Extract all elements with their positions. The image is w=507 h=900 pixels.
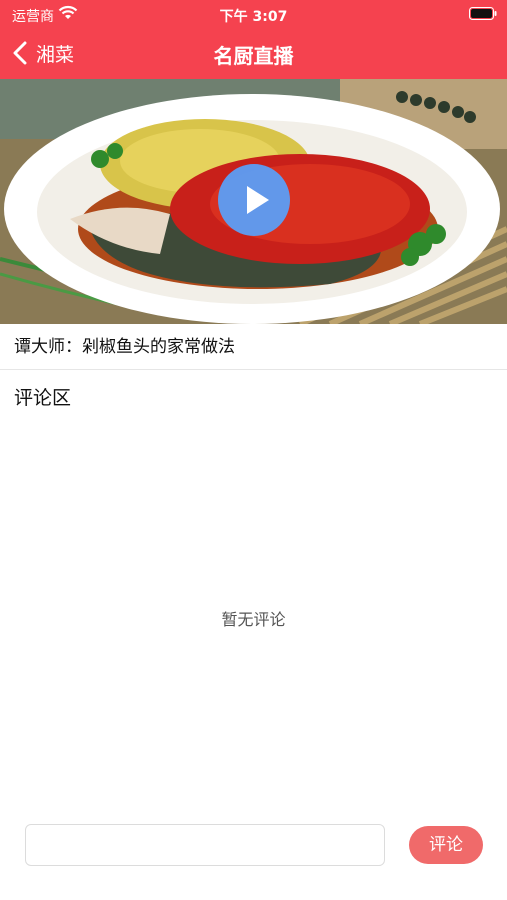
top-bar: 运营商 下午 3:07 湘菜 名厨直播 xyxy=(0,0,507,79)
submit-comment-button[interactable]: 评论 xyxy=(409,826,483,864)
play-icon xyxy=(247,186,269,214)
page-title: 名厨直播 xyxy=(213,44,294,68)
comment-input[interactable] xyxy=(25,824,385,866)
back-button-label: 湘菜 xyxy=(36,43,75,66)
battery-icon xyxy=(469,7,497,20)
empty-comments-message: 暂无评论 xyxy=(221,610,286,629)
video-title: 谭大师：剁椒鱼头的家常做法 xyxy=(0,324,507,370)
comment-input-bar: 评论 xyxy=(0,810,507,880)
status-bar: 运营商 下午 3:07 xyxy=(0,0,507,28)
comments-heading: 评论区 xyxy=(14,387,72,409)
back-button[interactable]: 湘菜 xyxy=(12,38,74,68)
chevron-left-icon xyxy=(13,41,27,65)
navigation-bar: 湘菜 名厨直播 xyxy=(0,28,507,79)
video-player[interactable] xyxy=(0,79,507,324)
status-time: 下午 3:07 xyxy=(219,9,288,25)
play-button[interactable] xyxy=(218,164,290,236)
